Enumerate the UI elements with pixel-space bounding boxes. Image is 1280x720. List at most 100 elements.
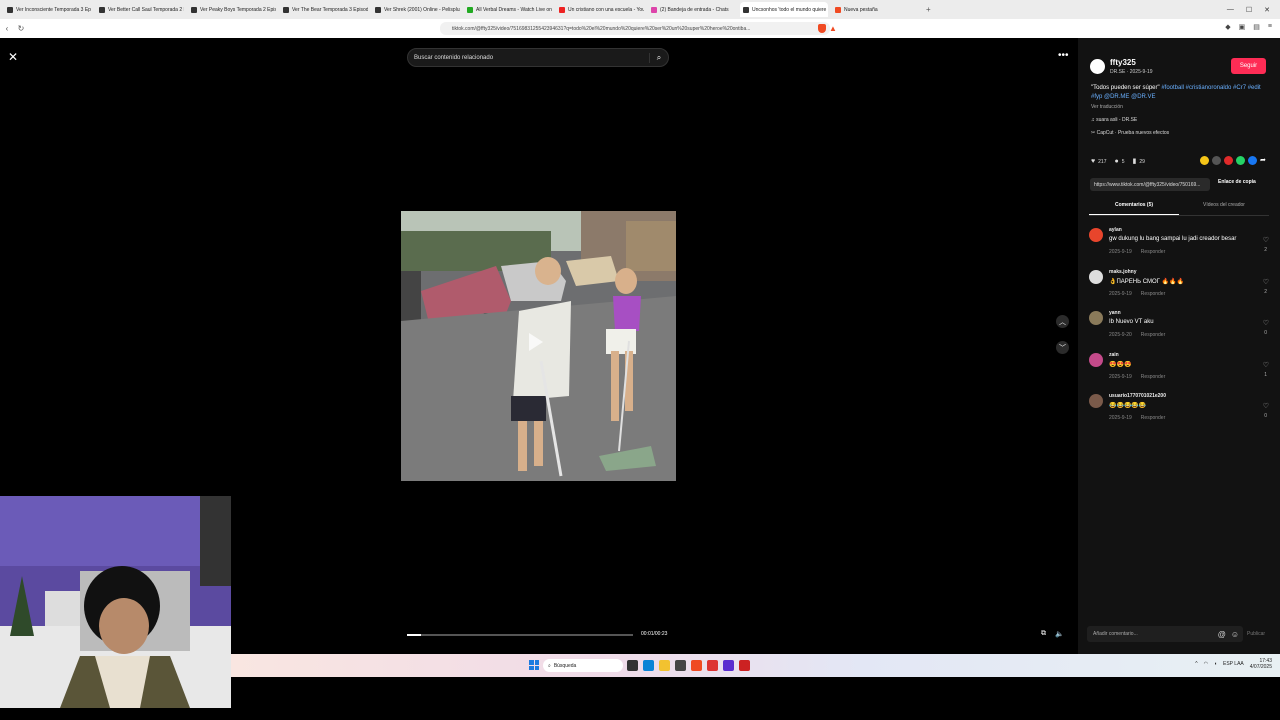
browser-tab[interactable]: Ver Peaky Boys Temporada 2 Episo — [188, 2, 276, 17]
capcut-link[interactable]: ✂ CapCut · Prueba nuevos efectos — [1091, 130, 1169, 136]
browser-tab[interactable]: Ver Inconsciente Temporada 3 Ep — [4, 2, 92, 17]
music-link[interactable]: ♫ suara asli - DR.SE — [1091, 117, 1137, 123]
embed-icon[interactable] — [1212, 156, 1221, 165]
commenter-avatar[interactable] — [1089, 311, 1103, 325]
commenter-name[interactable]: maks.johny — [1109, 269, 1137, 275]
comment-item: maks.johny 👌ПАРЕНЬ СМОГ 🔥🔥🔥 2025-9-19 Respo… — [1089, 269, 1273, 305]
url-field[interactable]: tiktok.com/@ffty325/video/75169831255423… — [440, 22, 830, 35]
browser-tab[interactable]: Un cristiano con una escuela - YouTu — [556, 2, 644, 17]
publish-button[interactable]: Publicar — [1247, 631, 1265, 637]
more-options-icon[interactable]: ••• — [1058, 50, 1069, 61]
commenter-name[interactable]: aylan — [1109, 227, 1122, 233]
webcam-image — [0, 496, 231, 708]
tab-creator-videos[interactable]: Vídeos del creador — [1179, 198, 1269, 215]
taskbar-search[interactable]: ⌕ Búsqueda — [543, 659, 623, 672]
tray-chevron-icon[interactable]: ^ — [1195, 661, 1197, 667]
commenter-avatar[interactable] — [1089, 394, 1103, 408]
windows-start-icon[interactable] — [529, 660, 539, 670]
browser-tab[interactable]: Uncsonhos 'todo el mundo quiere✕ — [740, 2, 828, 17]
brave-rewards-icon[interactable]: ▲ — [829, 24, 837, 33]
wifi-icon[interactable]: ◠ — [1204, 661, 1208, 667]
tab-comments[interactable]: Comentarios (5) — [1089, 198, 1179, 215]
emoji-icon[interactable]: ☺ — [1231, 630, 1239, 639]
reply-button[interactable]: Responder — [1141, 374, 1165, 380]
comment-like-icon[interactable]: ♡ — [1263, 402, 1269, 410]
comment-like-icon[interactable]: ♡ — [1263, 361, 1269, 369]
menu-icon[interactable]: ≡ — [1268, 23, 1272, 31]
speaker-icon[interactable]: ◖ — [1214, 661, 1217, 667]
previous-video-button[interactable]: ︿ — [1056, 315, 1069, 328]
mention-icon[interactable]: @ — [1218, 630, 1226, 639]
chevron-up-icon: ︿ — [1059, 318, 1066, 326]
new-tab-button[interactable]: + — [926, 5, 931, 14]
save-button[interactable]: ▮ 29 — [1133, 157, 1145, 165]
browser-tab[interactable]: Ver Shrek (2001) Online - Pelisplus — [372, 2, 460, 17]
brave-shield-icon[interactable] — [818, 24, 826, 33]
reload-icon[interactable]: ↻ — [14, 24, 28, 33]
comment-button[interactable]: ● 5 — [1115, 158, 1125, 165]
creator-username[interactable]: ffty325 — [1110, 58, 1136, 67]
task-view-icon[interactable] — [627, 660, 638, 671]
language-indicator[interactable]: ESP LAA — [1223, 661, 1244, 667]
comment-like-icon[interactable]: ♡ — [1263, 236, 1269, 244]
copy-link-button[interactable]: Enlace de copia — [1218, 179, 1256, 185]
comment-input[interactable]: Añadir comentario... @ ☺ — [1087, 626, 1243, 642]
whatsapp-icon[interactable] — [1236, 156, 1245, 165]
play-icon[interactable] — [529, 333, 543, 351]
close-window-icon[interactable]: ✕ — [1264, 6, 1270, 14]
brave-icon[interactable] — [691, 660, 702, 671]
maximize-icon[interactable]: ☐ — [1246, 6, 1252, 14]
app-icon[interactable] — [675, 660, 686, 671]
app-icon-4[interactable] — [739, 660, 750, 671]
sidebar-icon[interactable]: ▣ — [1239, 23, 1246, 31]
volume-icon[interactable]: 🔈 — [1055, 630, 1064, 638]
pip-icon[interactable]: ⧉ — [1041, 630, 1046, 638]
see-translation-link[interactable]: Ver traducción — [1091, 104, 1123, 110]
comment-like-icon[interactable]: ♡ — [1263, 319, 1269, 327]
extension-icon[interactable]: ◆ — [1225, 23, 1230, 31]
wallet-icon[interactable]: ▤ — [1253, 23, 1260, 31]
app-icon-2[interactable] — [707, 660, 718, 671]
repost-icon[interactable] — [1224, 156, 1233, 165]
commenter-name[interactable]: yann — [1109, 310, 1121, 316]
search-icon[interactable]: ⌕ — [649, 52, 668, 63]
commenter-avatar[interactable] — [1089, 269, 1103, 284]
browser-tab[interactable]: Ver The Bear Temporada 3 Episodio — [280, 2, 368, 17]
commenter-name[interactable]: zain — [1109, 352, 1119, 358]
like-button[interactable]: ♥ 217 — [1091, 158, 1107, 165]
back-icon[interactable]: ‹ — [0, 24, 14, 33]
file-explorer-icon[interactable] — [659, 660, 670, 671]
clock[interactable]: 17:43 4/07/2025 — [1250, 658, 1272, 670]
video-link-field[interactable]: https://www.tiktok.com/@ffty325/video/75… — [1090, 178, 1210, 191]
coin-share-icon[interactable] — [1200, 156, 1209, 165]
search-placeholder: Buscar contenido relacionado — [414, 54, 494, 61]
video-progress-bar[interactable] — [407, 634, 633, 636]
tab-favicon-icon — [191, 6, 197, 13]
facebook-icon[interactable] — [1248, 156, 1257, 165]
reply-button[interactable]: Responder — [1141, 291, 1165, 297]
browser-tab[interactable]: (2) Bandeja de entrada - Chats — [648, 2, 736, 17]
browser-tab[interactable]: Nueva pestaña — [832, 2, 920, 17]
commenter-avatar[interactable] — [1089, 352, 1103, 367]
comment-like-count: 2 — [1264, 247, 1267, 253]
reply-button[interactable]: Responder — [1141, 332, 1165, 338]
close-video-button[interactable]: ✕ — [8, 50, 18, 64]
comment-text: Ib Nuevo VT aku — [1109, 319, 1154, 325]
share-arrow-icon[interactable]: ➦ — [1260, 156, 1269, 165]
browser-tab[interactable]: Ver Better Call Saul Temporada 2 Ep — [96, 2, 184, 17]
next-video-button[interactable]: ﹀ — [1056, 341, 1069, 354]
commenter-name[interactable]: usuario1770701021e200 — [1109, 393, 1166, 399]
minimize-icon[interactable]: — — [1227, 6, 1234, 14]
reply-button[interactable]: Responder — [1141, 415, 1165, 421]
comment-like-icon[interactable]: ♡ — [1263, 278, 1269, 286]
edge-icon[interactable] — [643, 660, 654, 671]
browser-tab[interactable]: All Verbal Dreams - Watch Live on Ki — [464, 2, 552, 17]
reply-button[interactable]: Responder — [1141, 249, 1165, 255]
commenter-avatar[interactable] — [1089, 228, 1103, 242]
app-icon-3[interactable] — [723, 660, 734, 671]
comment-text: 😂😂😂😂😂 — [1109, 403, 1147, 409]
video-player[interactable] — [401, 211, 676, 481]
creator-avatar[interactable] — [1090, 59, 1105, 74]
follow-button[interactable]: Seguir — [1231, 58, 1266, 74]
related-search-input[interactable]: Buscar contenido relacionado ⌕ — [407, 48, 669, 67]
